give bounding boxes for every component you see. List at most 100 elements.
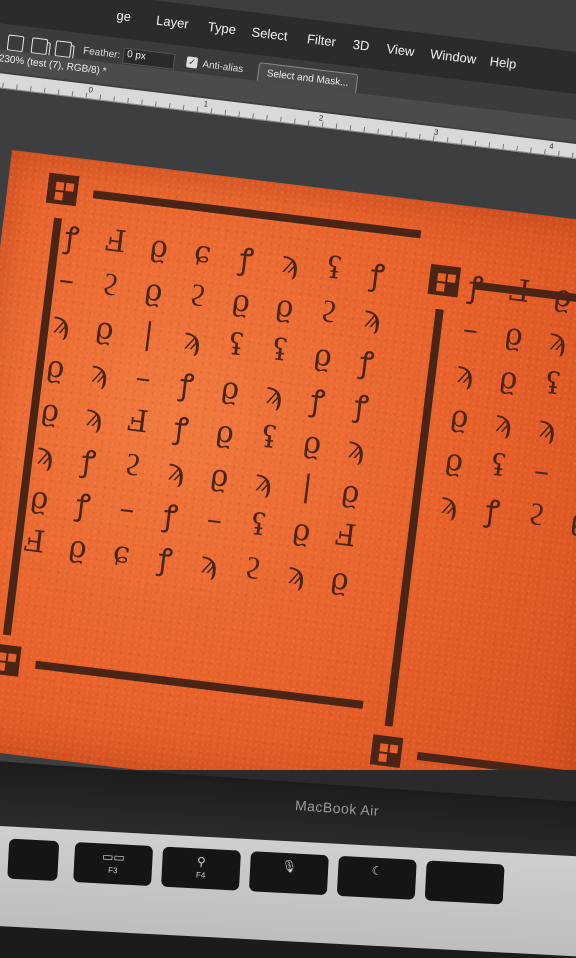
menu-layer[interactable]: Layer (155, 13, 189, 32)
glyph: ʢ (269, 331, 290, 369)
key-label: F3 (107, 865, 118, 876)
glyph: ϡ (263, 375, 285, 413)
glyph: Ⅎ (21, 523, 47, 561)
fiducial-marker (0, 643, 22, 677)
menu-window[interactable]: Window (429, 46, 477, 67)
glyph: ϡ (181, 320, 203, 358)
glyph: ϱ (274, 287, 296, 325)
menu-filter[interactable]: Filter (306, 31, 337, 49)
glyph: ʢ (248, 506, 269, 544)
glyph: ϱ (301, 424, 324, 462)
glyph: ϱ (448, 398, 471, 436)
glyph: ϱ (219, 369, 242, 407)
glyph-grid: ꝭ Ⅎ ϱ ɕ ꝭ ϡ ʢ ꝭ – ϩ ϱ ϩ ϱ ϱ ϩ ϡ ϡ ϱ | ϡ … (10, 211, 410, 604)
glyph: – (532, 452, 552, 490)
glyph: Ⅎ (333, 516, 358, 555)
glyph: ϩ (242, 550, 263, 587)
glyph: – (57, 261, 77, 298)
glyph: – (460, 310, 481, 348)
glyph: ꝭ (466, 269, 485, 306)
glyph: ϡ (345, 429, 367, 467)
glyph: ꝭ (352, 388, 371, 425)
glyph: ꝭ (308, 382, 327, 420)
antialias-checkbox[interactable]: ✓ (185, 56, 199, 69)
glyph: ꝭ (237, 241, 256, 278)
screen: ge Layer Type Select Filter 3D View Wind… (0, 0, 576, 800)
glyph: ϡ (438, 485, 460, 523)
mission-control-icon: ▭▭ (101, 849, 126, 865)
glyph: ϡ (252, 462, 275, 500)
glyph: – (133, 359, 153, 396)
glyph: – (117, 490, 137, 527)
glyph: ɕ (192, 233, 214, 271)
glyph-grid-next: ꝭ Ⅎ ϱ ϡ – ϱ ϡ ꝭ ϡ ϱ ʢ ϩ ϱ ϡ ϡ ꝭ ϱ ʢ – ϱ … (425, 261, 576, 545)
document-canvas[interactable]: ꝭ Ⅎ ϱ ɕ ꝭ ϡ ʢ ꝭ – ϩ ϱ ϩ ϱ ϱ ϩ ϡ ϡ ϱ | ϡ … (0, 150, 576, 800)
glyph: ꝭ (156, 541, 175, 578)
key-f2[interactable] (7, 838, 60, 882)
glyph: ꝭ (357, 344, 376, 382)
glyph: ꝭ (483, 493, 502, 530)
glyph: ꝭ (161, 497, 180, 535)
glyph: ʢ (542, 365, 563, 402)
glyph: ϡ (34, 435, 56, 473)
glyph: | (300, 468, 315, 505)
glyph: | (141, 316, 156, 353)
glyph: Ⅎ (125, 402, 151, 440)
glyph: ꝭ (62, 219, 81, 257)
moon-icon: ☾ (371, 863, 383, 879)
menu-help[interactable]: Help (489, 54, 517, 72)
glyph: ꝭ (79, 443, 98, 480)
glyph: ϡ (361, 298, 384, 336)
glyph: ϱ (44, 348, 67, 386)
glyph: ϡ (285, 555, 308, 593)
glyph: ꝭ (368, 257, 387, 294)
antialias-label: Anti-alias (201, 59, 244, 76)
glyph: ϩ (122, 446, 143, 484)
menu-select[interactable]: Select (251, 24, 289, 43)
menu-3d[interactable]: 3D (352, 37, 370, 54)
glyph: ϱ (503, 316, 526, 354)
key-f6[interactable]: ☾ (336, 855, 417, 900)
glyph: ϡ (547, 321, 569, 359)
glyph: ϡ (536, 408, 558, 446)
glyph: ϡ (198, 544, 220, 582)
glyph: Ⅎ (507, 272, 533, 310)
glyph: Ⅎ (103, 222, 129, 260)
menu-view[interactable]: View (386, 41, 416, 59)
ruler-label: 4 (548, 141, 555, 152)
key-f7[interactable] (424, 860, 505, 905)
glyph: ϱ (214, 413, 237, 451)
glyph: ϱ (94, 310, 116, 348)
glyph: ϡ (83, 397, 105, 435)
menu-type[interactable]: Type (207, 19, 237, 37)
glyph: ϱ (552, 277, 575, 315)
glyph: ϱ (329, 560, 352, 598)
ruler-label: 1 (203, 99, 209, 109)
menu-partial-image[interactable]: ge (116, 8, 132, 25)
glyph: ꝭ (74, 487, 93, 524)
glyph: – (204, 501, 225, 538)
key-label: F4 (195, 870, 206, 880)
key-f4[interactable]: ⚲ F4 (161, 846, 242, 891)
glyph: ϱ (39, 392, 62, 430)
glyph: ϡ (88, 353, 111, 391)
feather-label: Feather: (82, 45, 121, 62)
glyph: ϱ (497, 359, 520, 397)
glyph: ϡ (165, 451, 187, 489)
glyph: ϩ (318, 293, 339, 331)
glyph: ʢ (225, 326, 247, 364)
key-f3[interactable]: ▭▭ F3 (73, 842, 154, 887)
glyph: ϩ (100, 266, 121, 304)
ruler-label: 3 (433, 127, 439, 138)
glyph: ϩ (187, 277, 208, 315)
glyph: ʢ (488, 447, 509, 484)
glyph: ʢ (258, 419, 280, 456)
glyph: ϱ (290, 511, 313, 549)
glyph: ʢ (323, 249, 345, 287)
glyph: ϡ (279, 244, 302, 282)
glyph: ϡ (50, 304, 72, 342)
ruler-label: 2 (318, 113, 324, 123)
key-f5[interactable]: 🎙 (248, 851, 329, 896)
glyph: ꝭ (177, 366, 196, 404)
glyph: ϱ (143, 271, 165, 309)
